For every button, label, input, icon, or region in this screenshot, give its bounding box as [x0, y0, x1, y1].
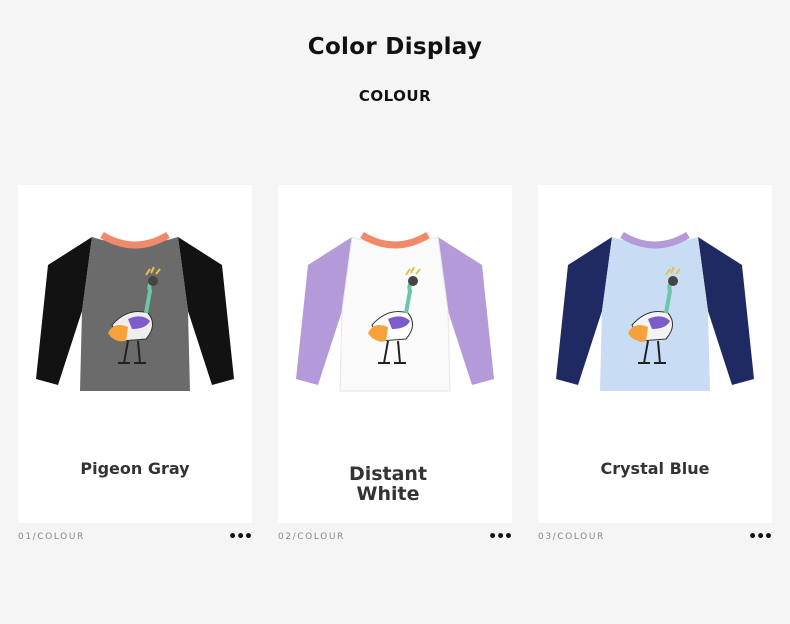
index-label: 02/COLOUR	[278, 532, 345, 542]
color-name-line-1: Distant	[348, 463, 428, 485]
card-footer: 03/COLOUR •••	[538, 530, 773, 544]
shirt-image-pigeon-gray	[36, 231, 234, 391]
index-label: 03/COLOUR	[538, 532, 605, 542]
color-name: Distant White	[278, 463, 498, 505]
color-name: Crystal Blue	[600, 459, 710, 478]
shirt-image-crystal-blue	[556, 231, 754, 391]
card-footer: 01/COLOUR •••	[18, 530, 253, 544]
color-name-line-2: White	[356, 482, 420, 505]
product-card-distant-white[interactable]: Distant White	[278, 185, 512, 523]
product-card-pigeon-gray[interactable]: Pigeon Gray	[18, 185, 252, 523]
product-card-crystal-blue[interactable]: Crystal Blue	[538, 185, 772, 523]
more-dots-icon[interactable]: •••	[488, 530, 513, 544]
card-footer: 02/COLOUR •••	[278, 530, 513, 544]
more-dots-icon[interactable]: •••	[748, 530, 773, 544]
color-name: Pigeon Gray	[80, 459, 190, 478]
more-dots-icon[interactable]: •••	[228, 530, 253, 544]
page-title: Color Display	[307, 34, 483, 60]
index-label: 01/COLOUR	[18, 532, 85, 542]
shirt-image-distant-white	[296, 231, 494, 392]
page-subtitle: COLOUR	[358, 87, 432, 105]
